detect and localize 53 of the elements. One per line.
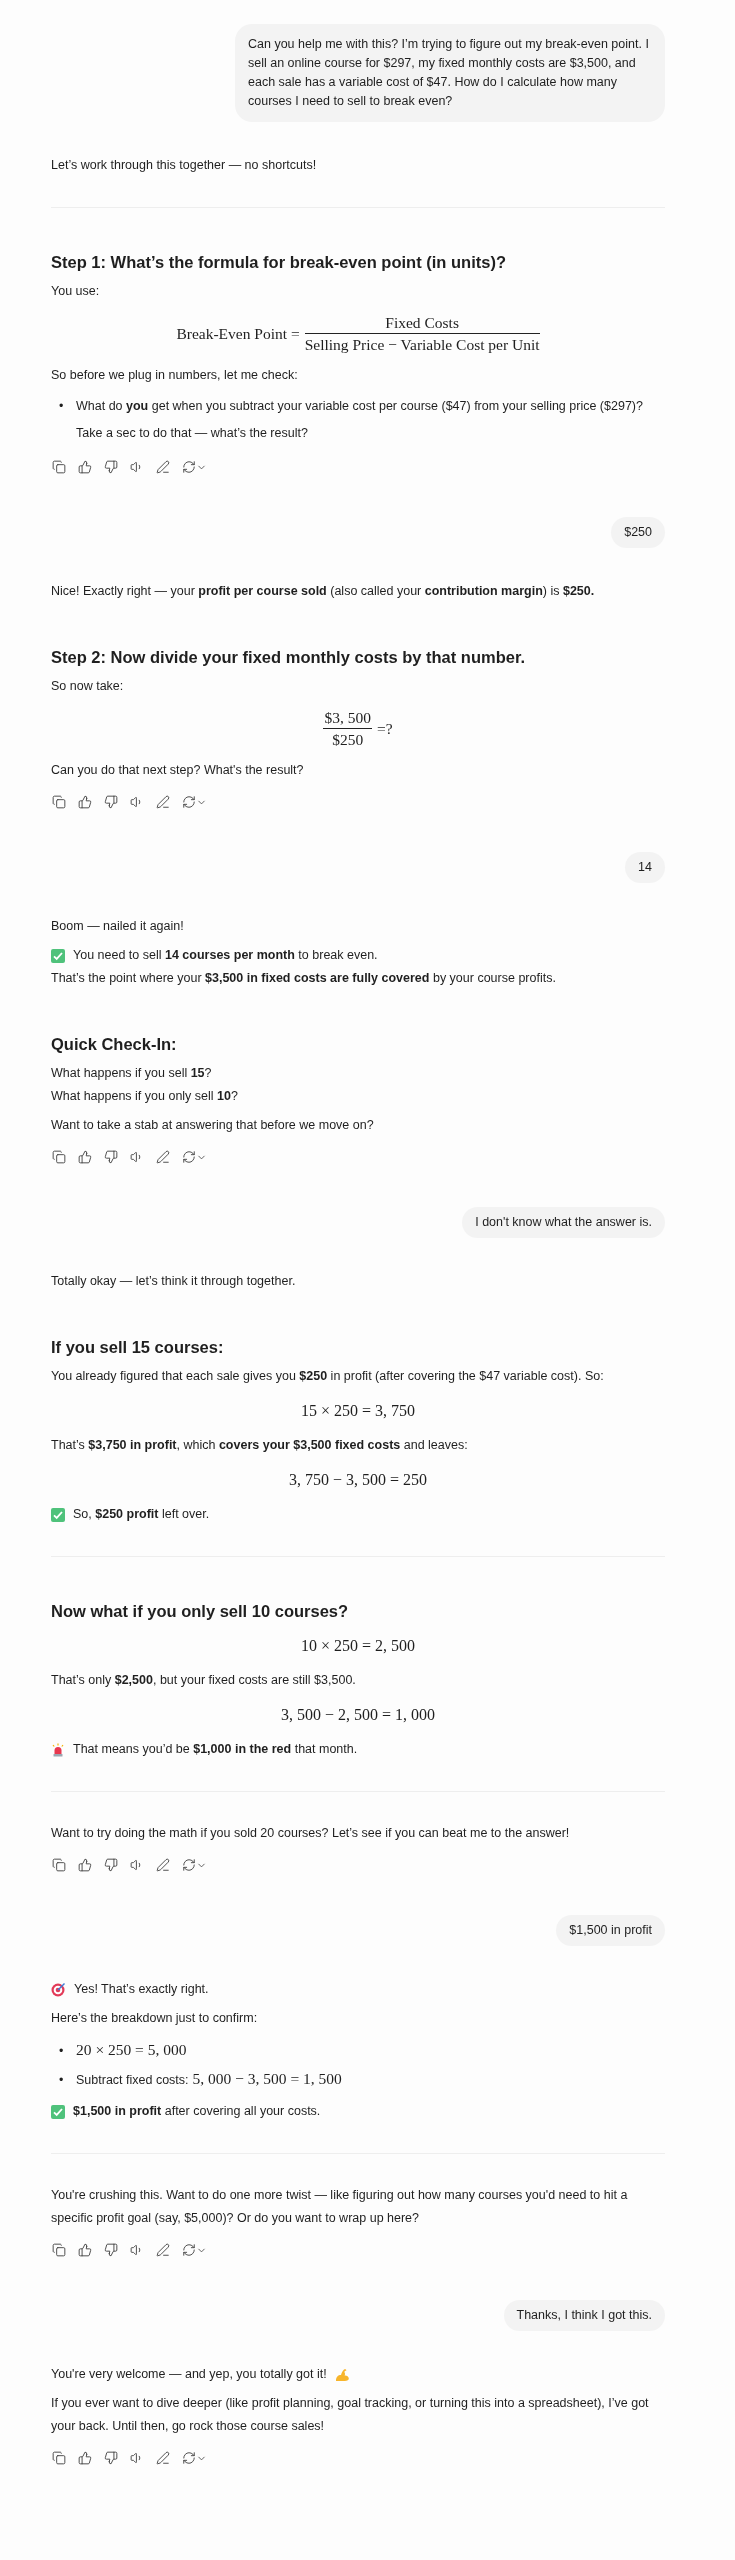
math-equation: 3, 500 − 2, 500 = 1, 000: [280, 1706, 435, 1723]
message-text: Yes! That’s exactly right.: [74, 1981, 209, 1998]
bullet-marker: •: [59, 2072, 65, 2089]
fraction-denominator: Selling Price − Variable Cost per Unit: [304, 335, 540, 354]
user-message: I don't know what the answer is.: [462, 1207, 665, 1238]
user-message: Can you help me with this? I’m trying to figure out my break-even point. I sell an online course for $297, my fixed monthly costs are $3,500, and each sale has a variable cost of $47. How do I calculate how many courses I need to sell to break even?: [235, 24, 665, 122]
math-equation: 15 × 250 = 3, 750: [300, 1402, 415, 1419]
message-text: Want to try doing the math if you sold 20 courses? Let’s see if you can beat me to the answer!: [51, 1825, 571, 1842]
formula-label: =?: [376, 719, 393, 738]
message-text: You're crushing this. Want to do one more twist — like figuring out how many courses you'd need to hit a specific profit goal (say, $5,000)? Or do you want to wrap up here?: [51, 2187, 629, 2227]
message-text: That’s $3,750 in profit, which covers your $3,500 fixed costs and leaves:: [51, 1437, 469, 1454]
math-equation: 5, 000 − 3, 500 = 1, 500: [192, 2069, 342, 2089]
message-text: So before we plug in numbers, let me check:: [51, 367, 299, 384]
message-text: Boom — nailed it again!: [51, 918, 185, 935]
message-text: Want to take a stab at answering that before we move on?: [51, 1117, 375, 1134]
message-text: What happens if you only sell 10?: [51, 1088, 239, 1105]
message-text: You already figured that each sale gives you $250 in profit (after covering the $47 variable cost). So:: [51, 1368, 605, 1385]
formula-label: Break-Even Point =: [176, 324, 300, 343]
math-equation: 20 × 250 = 5, 000: [76, 2040, 187, 2060]
fraction-denominator: $250: [331, 730, 365, 749]
section-heading: Now what if you only sell 10 courses?: [51, 1601, 350, 1622]
section-heading: If you sell 15 courses:: [51, 1337, 225, 1358]
bullet-marker: •: [59, 398, 65, 415]
message-text: Nice! Exactly right — your profit per course sold (also called your contribution margin) is $250.: [51, 583, 596, 600]
message-text: Can you do that next step? What's the result?: [51, 762, 305, 779]
message-text: Here’s the breakdown just to confirm:: [51, 2010, 259, 2027]
user-message: $250: [611, 517, 665, 548]
message-text: $1,500 in profit after covering all your costs.: [73, 2103, 321, 2120]
section-heading: Step 2: Now divide your fixed monthly costs by that number.: [51, 647, 526, 668]
user-message: Thanks, I think I got this.: [503, 2300, 665, 2331]
message-text: So, $250 profit left over.: [73, 1506, 210, 1523]
message-text: So now take:: [51, 678, 125, 695]
message-text: That’s the point where your $3,500 in fixed costs are fully covered by your course profits.: [51, 970, 557, 987]
bullet-marker: •: [59, 2043, 65, 2060]
message-text: What happens if you sell 15?: [51, 1065, 213, 1082]
message-text: You use:: [51, 283, 101, 300]
message-text: You need to sell 14 courses per month to break even.: [73, 947, 378, 964]
message-text: You're very welcome — and yep, you totally got it!: [51, 2366, 327, 2383]
section-heading: Step 1: What’s the formula for break-even point (in units)?: [51, 252, 507, 273]
user-message: 14: [625, 852, 665, 883]
section-heading: Quick Check-In:: [51, 1034, 178, 1055]
message-text: Totally okay — let’s think it through together.: [51, 1273, 297, 1290]
user-message: $1,500 in profit: [556, 1915, 665, 1946]
math-equation: 3, 750 − 3, 500 = 250: [288, 1471, 427, 1488]
message-text: That means you’d be $1,000 in the red that month.: [73, 1741, 358, 1758]
bullet-text: Subtract fixed costs:: [76, 2072, 189, 2089]
message-text: Let’s work through this together — no shortcuts!: [51, 157, 318, 174]
fraction-numerator: $3, 500: [323, 708, 372, 729]
message-text: That’s only $2,500, but your fixed costs are still $3,500.: [51, 1672, 357, 1689]
math-equation: 10 × 250 = 2, 500: [300, 1637, 415, 1654]
bullet-text: What do you get when you subtract your variable cost per course ($47) from your selling price ($297)? Take a sec to do that — what’s the result?: [76, 398, 643, 442]
fraction-numerator: Fixed Costs: [304, 313, 540, 334]
message-text: If you ever want to dive deeper (like profit planning, goal tracking, or turning this into a spreadsheet), I’ve got your back. Until then, go rock those course sales!: [51, 2395, 650, 2435]
